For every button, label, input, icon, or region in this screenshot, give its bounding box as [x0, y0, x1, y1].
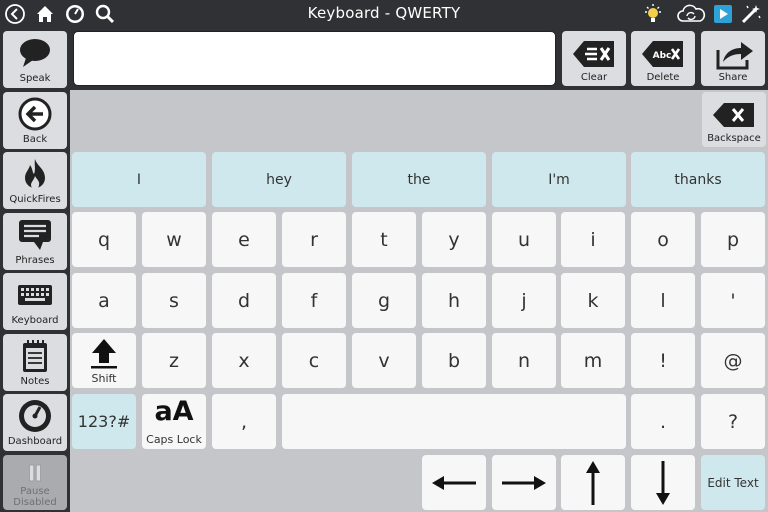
speak-label: Speak: [19, 73, 51, 84]
backspace-button[interactable]: Backspace: [702, 92, 766, 147]
prediction-4[interactable]: I'm: [492, 152, 626, 207]
key-y[interactable]: y: [422, 212, 486, 267]
sidebar-item-label: Dashboard: [7, 436, 63, 447]
key-i[interactable]: i: [561, 212, 625, 267]
key-f[interactable]: f: [282, 273, 346, 328]
key-at[interactable]: @: [701, 333, 765, 388]
delete-word-icon: Abc: [642, 41, 683, 67]
sidebar-item-quickfires[interactable]: QuickFires: [3, 152, 67, 209]
key-w[interactable]: w: [142, 212, 206, 267]
sidebar-item-label: Phrases: [15, 255, 55, 266]
key-m[interactable]: m: [561, 333, 625, 388]
cursor-right-key[interactable]: [492, 455, 556, 510]
play-icon[interactable]: [712, 3, 734, 25]
prediction-1[interactable]: I: [72, 152, 206, 207]
disabled-label: Disabled: [13, 497, 57, 508]
key-e[interactable]: e: [212, 212, 276, 267]
key-d[interactable]: d: [212, 273, 276, 328]
key-exclamation[interactable]: !: [631, 333, 695, 388]
key-q[interactable]: q: [72, 212, 136, 267]
key-z[interactable]: z: [142, 333, 206, 388]
sidebar-item-dashboard[interactable]: Dashboard: [3, 394, 67, 451]
delete-label: Delete: [646, 72, 680, 83]
sidebar-item-keyboard[interactable]: Keyboard: [3, 273, 67, 330]
shift-label: Shift: [91, 372, 117, 385]
key-b[interactable]: b: [422, 333, 486, 388]
sidebar-item-phrases[interactable]: Phrases: [3, 213, 67, 270]
caps-lock-label: Caps Lock: [146, 433, 202, 446]
shift-arrow-icon: [91, 339, 117, 369]
share-label: Share: [718, 72, 748, 83]
edit-text-key[interactable]: Edit Text: [701, 455, 765, 510]
key-apostrophe[interactable]: ': [701, 273, 765, 328]
back-circle-icon: [18, 97, 52, 131]
flame-icon: [25, 159, 45, 189]
clear-button[interactable]: Clear: [562, 31, 626, 86]
key-v[interactable]: v: [352, 333, 416, 388]
key-u[interactable]: u: [492, 212, 556, 267]
key-period[interactable]: .: [631, 394, 695, 449]
notepad-icon: [23, 340, 47, 372]
sync-cloud-icon[interactable]: [676, 3, 706, 25]
key-o[interactable]: o: [631, 212, 695, 267]
sidebar-item-notes[interactable]: Notes: [3, 334, 67, 391]
key-comma[interactable]: ,: [212, 394, 276, 449]
sidebar-item-back[interactable]: Back: [3, 92, 67, 149]
key-l[interactable]: l: [631, 273, 695, 328]
prediction-2[interactable]: hey: [212, 152, 346, 207]
phrases-icon: [19, 220, 51, 250]
key-p[interactable]: p: [701, 212, 765, 267]
speak-button[interactable]: Speak: [3, 31, 67, 88]
prediction-3[interactable]: the: [352, 152, 486, 207]
key-j[interactable]: j: [492, 273, 556, 328]
message-input[interactable]: [73, 31, 556, 86]
key-x[interactable]: x: [212, 333, 276, 388]
pause-label: Pause: [20, 486, 50, 497]
arrow-right-icon: [502, 475, 546, 490]
cursor-down-key[interactable]: [631, 455, 695, 510]
share-button[interactable]: Share: [701, 31, 765, 86]
speech-bubble-icon: [20, 39, 50, 67]
key-t[interactable]: t: [352, 212, 416, 267]
backspace-label: Backspace: [707, 133, 761, 144]
sidebar-item-label: QuickFires: [9, 194, 61, 205]
arrow-left-icon: [432, 475, 476, 490]
clear-label: Clear: [580, 72, 608, 83]
gauge-icon: [19, 400, 51, 432]
key-a[interactable]: a: [72, 273, 136, 328]
key-g[interactable]: g: [352, 273, 416, 328]
lightbulb-icon[interactable]: [642, 3, 664, 25]
key-k[interactable]: k: [561, 273, 625, 328]
title-bar: Keyboard - QWERTY: [0, 0, 768, 28]
space-key[interactable]: [282, 394, 626, 449]
backspace-icon: [713, 103, 754, 127]
sidebar-item-label: Back: [22, 134, 48, 145]
cursor-up-key[interactable]: [561, 455, 625, 510]
key-n[interactable]: n: [492, 333, 556, 388]
edit-wand-icon[interactable]: [740, 3, 762, 25]
keyboard-icon: [18, 285, 52, 305]
numbers-symbols-key[interactable]: 123?#: [72, 394, 136, 449]
arrow-up-icon: [586, 460, 600, 505]
shift-key[interactable]: Shift: [72, 333, 136, 388]
arrow-down-icon: [656, 460, 670, 505]
sidebar-item-pause: Pause Disabled: [3, 455, 67, 510]
clear-icon: [573, 41, 614, 67]
delete-button[interactable]: Abc Delete: [631, 31, 695, 86]
sidebar-item-label: Notes: [20, 376, 50, 387]
key-question[interactable]: ?: [701, 394, 765, 449]
key-s[interactable]: s: [142, 273, 206, 328]
pause-icon: [29, 464, 41, 482]
caps-lock-icon: aA: [154, 396, 194, 427]
delete-icon-text: Abc: [653, 51, 672, 61]
sidebar-item-label: Keyboard: [11, 315, 59, 326]
key-h[interactable]: h: [422, 273, 486, 328]
caps-lock-key[interactable]: aA Caps Lock: [142, 394, 206, 449]
key-r[interactable]: r: [282, 212, 346, 267]
share-icon: [716, 42, 753, 70]
cursor-left-key[interactable]: [422, 455, 486, 510]
prediction-5[interactable]: thanks: [631, 152, 765, 207]
key-c[interactable]: c: [282, 333, 346, 388]
